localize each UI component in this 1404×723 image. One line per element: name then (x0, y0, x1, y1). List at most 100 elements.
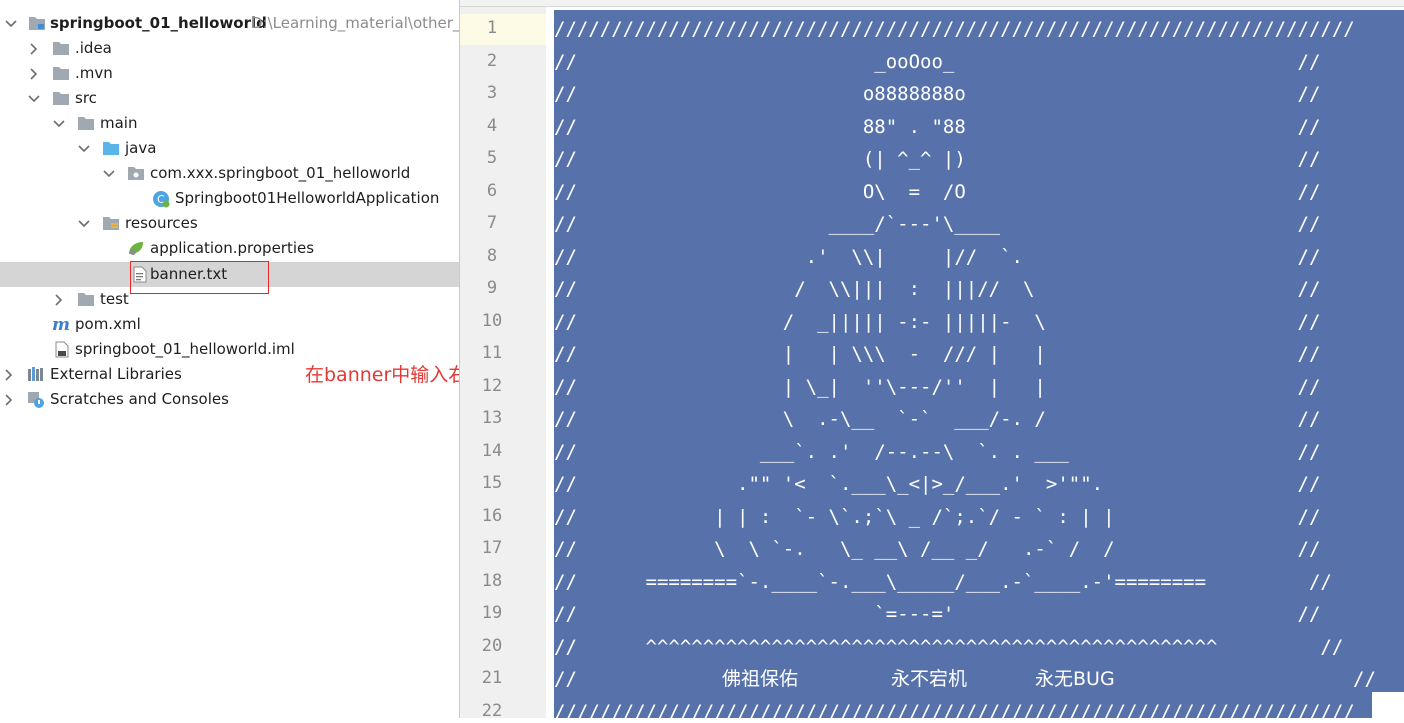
code-line: // ========`-.____`-.___\_____/___.-`___… (554, 570, 1332, 593)
line-number: 10 (481, 310, 503, 331)
code-line: // / \\||| : |||// \ // (554, 278, 1321, 300)
tree-item-resources[interactable]: resources (0, 211, 460, 236)
folder-icon (52, 40, 70, 57)
code-line: ////////////////////////////////////////… (554, 700, 1355, 723)
line-number: 3 (486, 83, 498, 103)
line-number: 11 (481, 343, 503, 363)
line-number: 20 (481, 635, 503, 656)
tree-item-idea[interactable]: .idea (0, 36, 460, 61)
code-line: // \ \ `-. \_ __\ /__ _/ .-` / / // (554, 538, 1321, 560)
chevron-down-icon[interactable] (77, 211, 91, 236)
tree-item-mvn[interactable]: .mvn (0, 61, 460, 86)
code-line: // \ .-\__ `-` ___/-. / // (554, 408, 1321, 430)
tree-item-package[interactable]: com.xxx.springboot_01_helloworld (0, 161, 460, 186)
code-line: // `=---=' // (554, 603, 1321, 625)
module-folder-icon (28, 15, 46, 32)
line-number: 2 (486, 50, 498, 71)
line-number: 1 (486, 18, 498, 38)
tree-item-app-props[interactable]: application.properties (0, 236, 460, 261)
tree-label: test (100, 290, 129, 308)
code-text-segment: 永无BUG (1035, 668, 1115, 690)
chevron-right-icon[interactable] (2, 387, 16, 412)
tree-label: src (75, 89, 97, 107)
code-line: // (| ^_^ |) // (554, 148, 1321, 170)
tree-label: External Libraries (50, 365, 182, 383)
chevron-down-icon[interactable] (77, 136, 91, 161)
library-icon (27, 366, 45, 383)
tree-item-pom[interactable]: m pom.xml (0, 312, 460, 337)
code-text-segment: 佛祖保佑 (722, 668, 799, 690)
chevron-right-icon[interactable] (52, 287, 66, 312)
line-number: 13 (481, 408, 503, 428)
spring-properties-icon (127, 240, 145, 257)
tree-label: .mvn (75, 64, 113, 82)
highlight-box (130, 261, 269, 294)
line-number: 14 (481, 440, 503, 461)
line-number: 12 (481, 375, 503, 396)
spring-class-icon: C (152, 190, 170, 208)
code-line: // .' \\| |// `. // (554, 245, 1321, 268)
tree-label: main (100, 114, 138, 132)
annotation-text: 在banner中输入右侧字符 (305, 364, 460, 386)
code-line: // (554, 668, 577, 690)
tree-item-src[interactable]: src (0, 86, 460, 111)
line-number: 18 (481, 570, 503, 591)
module-file-icon (54, 341, 72, 358)
line-number: 4 (486, 115, 498, 136)
scratches-icon (27, 391, 45, 408)
svg-text:m: m (52, 316, 70, 333)
folder-icon (52, 90, 70, 107)
tree-item-root[interactable]: springboot_01_helloworld D:\Learning_mat… (0, 11, 460, 36)
tree-label: Scratches and Consoles (50, 390, 229, 408)
project-tree: springboot_01_helloworld D:\Learning_mat… (0, 0, 460, 718)
folder-icon (77, 291, 95, 308)
resources-folder-icon (102, 215, 120, 232)
line-number-gutter: 1 2 3 4 5 6 7 8 9 10 11 12 13 14 15 16 17 18 19 20 21 22 (460, 7, 546, 721)
tree-item-main[interactable]: main (0, 111, 460, 136)
code-line: // | | \\\ - /// | | // (554, 343, 1321, 365)
source-folder-icon (102, 140, 120, 157)
tree-label: resources (125, 214, 198, 232)
tree-label: application.properties (150, 239, 315, 257)
code-line: // O\ = /O // (554, 180, 1321, 203)
line-number: 17 (481, 538, 503, 558)
tree-label: com.xxx.springboot_01_helloworld (150, 164, 411, 182)
code-line: // | | : `- \`.;`\ _ /`;.`/ - ` : | | // (554, 505, 1321, 528)
code-line: // ____/`---'\____ // (554, 213, 1321, 235)
code-line: // / _||||| -:- |||||- \ // (554, 310, 1321, 333)
line-number: 21 (481, 668, 503, 688)
code-line: // ."" '< `.___\_<|>_/___.' >'"". // (554, 473, 1321, 495)
chevron-down-icon[interactable] (4, 11, 18, 36)
folder-icon (52, 65, 70, 82)
code-text-segment: 永不宕机 (891, 668, 968, 690)
line-number: 8 (486, 245, 498, 266)
line-number: 9 (486, 278, 498, 298)
tree-item-scratches[interactable]: Scratches and Consoles (0, 387, 460, 412)
tree-label: Springboot01HelloworldApplication (175, 189, 440, 207)
code-line: // 88" . "88 // (554, 115, 1321, 138)
chevron-right-icon[interactable] (27, 36, 41, 61)
line-number: 7 (486, 213, 498, 233)
line-number: 15 (481, 473, 503, 493)
code-line: // ^^^^^^^^^^^^^^^^^^^^^^^^^^^^^^^^^^^^^… (554, 635, 1344, 658)
chevron-down-icon[interactable] (102, 161, 116, 186)
tree-label: springboot_01_helloworld (50, 14, 267, 32)
tree-label: .idea (75, 39, 112, 57)
code-line: // ___`. .' /--.--\ `. . ___ // (554, 440, 1321, 463)
chevron-right-icon[interactable] (2, 362, 16, 387)
line-number: 6 (486, 180, 498, 201)
folder-icon (77, 115, 95, 132)
chevron-down-icon[interactable] (27, 86, 41, 111)
line-number: 5 (486, 148, 498, 168)
chevron-down-icon[interactable] (52, 111, 66, 136)
chevron-right-icon[interactable] (27, 61, 41, 86)
tree-item-app-class[interactable]: C Springboot01HelloworldApplication (0, 186, 460, 211)
tree-label: pom.xml (75, 315, 141, 333)
tree-label: springboot_01_helloworld.iml (75, 340, 295, 358)
maven-icon: m (52, 315, 70, 335)
tree-item-iml[interactable]: springboot_01_helloworld.iml (0, 337, 460, 362)
tree-item-java[interactable]: java (0, 136, 460, 161)
code-line: // o8888888o // (554, 83, 1321, 105)
code-area[interactable]: ////////////////////////////////////////… (554, 0, 1404, 723)
package-icon (127, 165, 145, 182)
